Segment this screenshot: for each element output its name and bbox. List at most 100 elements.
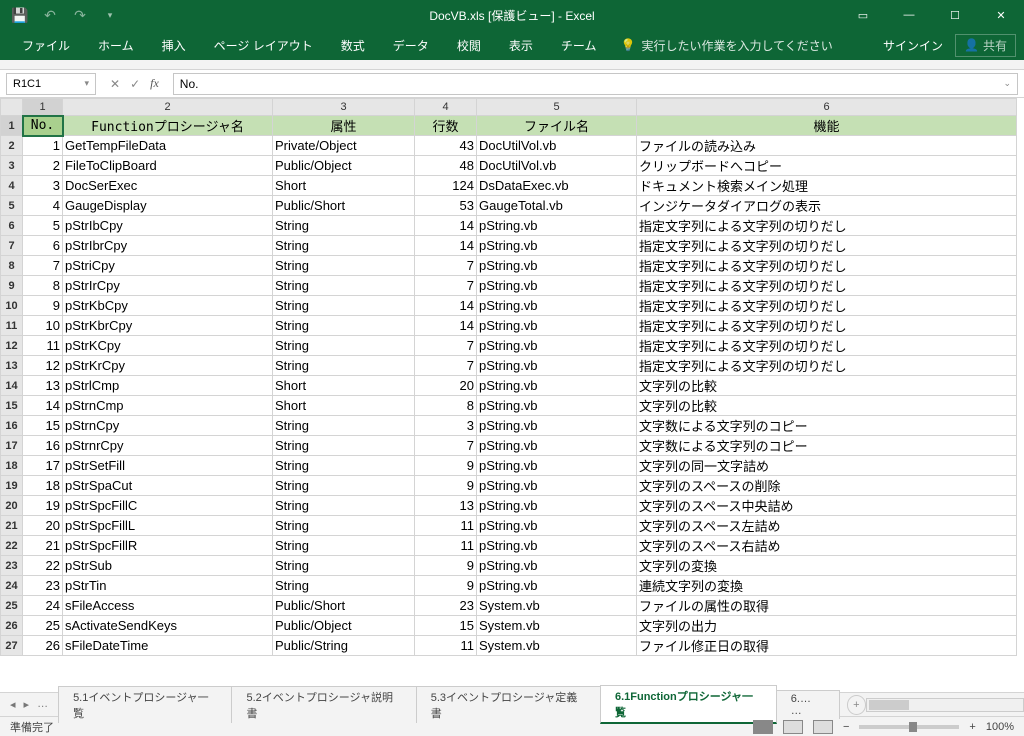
cell[interactable]: pString.vb <box>477 536 637 556</box>
chevron-down-icon[interactable]: ▾ <box>84 78 89 89</box>
cell[interactable]: 5 <box>23 216 63 236</box>
cell[interactable]: DsDataExec.vb <box>477 176 637 196</box>
cell[interactable]: pStrIrCpy <box>63 276 273 296</box>
cell[interactable]: 12 <box>23 356 63 376</box>
row-header[interactable]: 18 <box>1 456 23 476</box>
cell[interactable]: GetTempFileData <box>63 136 273 156</box>
cell[interactable]: pString.vb <box>477 496 637 516</box>
cell[interactable]: pStrKbCpy <box>63 296 273 316</box>
cell[interactable]: pString.vb <box>477 396 637 416</box>
cell[interactable]: pStrTin <box>63 576 273 596</box>
tab-view[interactable]: 表示 <box>495 30 547 60</box>
cell[interactable]: pString.vb <box>477 216 637 236</box>
cell[interactable]: 文字列の比較 <box>637 396 1017 416</box>
cell[interactable]: 指定文字列による文字列の切りだし <box>637 236 1017 256</box>
cell[interactable]: 文字列のスペースの削除 <box>637 476 1017 496</box>
cell[interactable]: pString.vb <box>477 516 637 536</box>
cell[interactable]: 15 <box>23 416 63 436</box>
cell[interactable]: pString.vb <box>477 236 637 256</box>
row-header[interactable]: 17 <box>1 436 23 456</box>
cell[interactable]: Short <box>273 396 415 416</box>
tab-home[interactable]: ホーム <box>84 30 148 60</box>
cell[interactable]: String <box>273 416 415 436</box>
cell[interactable]: FileToClipBoard <box>63 156 273 176</box>
cell[interactable]: pString.vb <box>477 436 637 456</box>
cell[interactable]: pStrKrCpy <box>63 356 273 376</box>
cell[interactable]: 4 <box>23 196 63 216</box>
row-header[interactable]: 9 <box>1 276 23 296</box>
cell[interactable]: String <box>273 496 415 516</box>
cell[interactable]: 7 <box>415 336 477 356</box>
sheet-nav-more[interactable]: … <box>37 698 48 711</box>
cell[interactable]: pStrnrCpy <box>63 436 273 456</box>
cell[interactable]: 7 <box>415 436 477 456</box>
cell[interactable]: pStrnCmp <box>63 396 273 416</box>
row-header[interactable]: 15 <box>1 396 23 416</box>
cell[interactable]: pString.vb <box>477 356 637 376</box>
cell[interactable]: 21 <box>23 536 63 556</box>
cell[interactable]: DocUtilVol.vb <box>477 156 637 176</box>
zoom-level[interactable]: 100% <box>986 721 1014 733</box>
close-icon[interactable]: ✕ <box>978 0 1024 30</box>
cell[interactable]: Public/Short <box>273 196 415 216</box>
header-cell-fn[interactable]: Functionプロシージャ名 <box>63 116 273 136</box>
horizontal-scrollbar[interactable] <box>866 698 1024 712</box>
col-header[interactable]: 6 <box>637 99 1017 116</box>
cell[interactable]: 16 <box>23 436 63 456</box>
cell[interactable]: 14 <box>415 216 477 236</box>
cell[interactable]: String <box>273 336 415 356</box>
cell[interactable]: pString.vb <box>477 476 637 496</box>
expand-formula-bar-icon[interactable]: ⌄ <box>1003 78 1011 89</box>
cancel-formula-icon[interactable]: ✕ <box>110 77 120 91</box>
col-header[interactable]: 1 <box>23 99 63 116</box>
cell[interactable]: pString.vb <box>477 256 637 276</box>
cell[interactable]: String <box>273 536 415 556</box>
header-cell-attr[interactable]: 属性 <box>273 116 415 136</box>
cell[interactable]: 17 <box>23 456 63 476</box>
cell[interactable]: pStrnCpy <box>63 416 273 436</box>
cell[interactable]: pStrSpcFillL <box>63 516 273 536</box>
cell[interactable]: pStrSpcFillR <box>63 536 273 556</box>
sheet-nav-prev-icon[interactable]: ◂ <box>10 698 16 711</box>
cell[interactable]: 11 <box>23 336 63 356</box>
cell[interactable]: 11 <box>415 636 477 656</box>
cell[interactable]: 9 <box>415 456 477 476</box>
cell[interactable]: 文字列の比較 <box>637 376 1017 396</box>
col-header[interactable]: 3 <box>273 99 415 116</box>
header-cell-no[interactable]: No. <box>23 116 63 136</box>
cell[interactable]: DocUtilVol.vb <box>477 136 637 156</box>
save-icon[interactable]: 💾 <box>12 7 28 23</box>
cell[interactable]: ファイルの読み込み <box>637 136 1017 156</box>
cell[interactable]: String <box>273 356 415 376</box>
cell[interactable]: 文字列の出力 <box>637 616 1017 636</box>
row-header[interactable]: 24 <box>1 576 23 596</box>
row-header[interactable]: 13 <box>1 356 23 376</box>
col-header[interactable]: 5 <box>477 99 637 116</box>
cell[interactable]: pString.vb <box>477 576 637 596</box>
cell[interactable]: sActivateSendKeys <box>63 616 273 636</box>
cell[interactable]: 文字列の変換 <box>637 556 1017 576</box>
cell[interactable]: 11 <box>415 516 477 536</box>
sheet-tab-6-more[interactable]: 6.… … <box>776 690 840 719</box>
cell[interactable]: pString.vb <box>477 296 637 316</box>
cell[interactable]: インジケータダイアログの表示 <box>637 196 1017 216</box>
cell[interactable]: ドキュメント検索メイン処理 <box>637 176 1017 196</box>
cell[interactable]: 指定文字列による文字列の切りだし <box>637 336 1017 356</box>
row-header[interactable]: 20 <box>1 496 23 516</box>
view-pagelayout-icon[interactable] <box>783 720 803 734</box>
header-cell-lines[interactable]: 行数 <box>415 116 477 136</box>
cell[interactable]: 文字列の同一文字詰め <box>637 456 1017 476</box>
row-header[interactable]: 26 <box>1 616 23 636</box>
signin-link[interactable]: サインイン <box>883 37 943 54</box>
cell[interactable]: 26 <box>23 636 63 656</box>
cell[interactable]: sFileDateTime <box>63 636 273 656</box>
cell[interactable]: 指定文字列による文字列の切りだし <box>637 316 1017 336</box>
cell[interactable]: 25 <box>23 616 63 636</box>
maximize-icon[interactable]: ☐ <box>932 0 978 30</box>
cell[interactable]: 6 <box>23 236 63 256</box>
tab-team[interactable]: チーム <box>547 30 611 60</box>
cell[interactable]: String <box>273 276 415 296</box>
cell[interactable]: 10 <box>23 316 63 336</box>
row-header[interactable]: 21 <box>1 516 23 536</box>
row-header[interactable]: 1 <box>1 116 23 136</box>
